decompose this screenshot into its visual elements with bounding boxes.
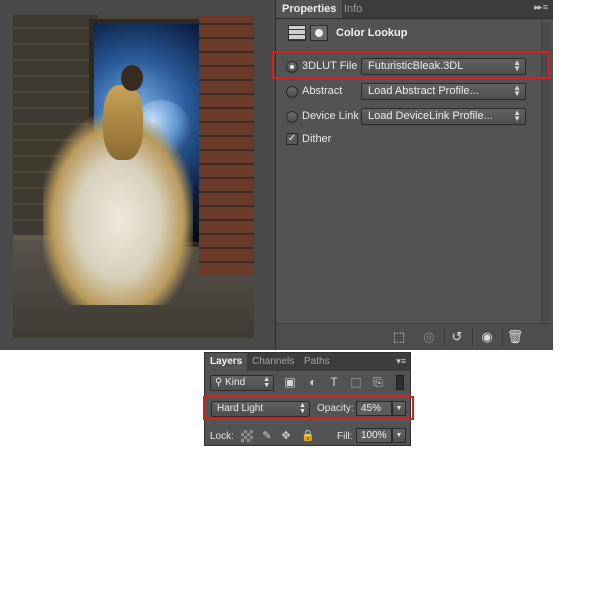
composite-photo xyxy=(13,15,254,338)
highlight-3dlut-row xyxy=(272,51,550,79)
filter-toggle[interactable] xyxy=(396,375,404,390)
abstract-profile-select[interactable]: Load Abstract Profile... ▲ ▼ xyxy=(361,83,526,100)
visibility-eye-icon[interactable]: ◉ xyxy=(476,328,498,346)
radio-abstract[interactable] xyxy=(286,86,298,98)
fill-input[interactable]: 100% xyxy=(356,428,392,443)
lock-label: Lock: xyxy=(210,431,234,442)
panel-menu-icon[interactable]: ▾≡ xyxy=(396,356,406,367)
option-label: Dither xyxy=(302,133,332,145)
lock-position-icon[interactable]: ✥ xyxy=(280,430,292,442)
properties-tabbar: Properties Info ▸▸ ≡ xyxy=(276,0,553,19)
fill-label: Fill: xyxy=(337,431,353,442)
select-value: Load DeviceLink Profile... xyxy=(368,110,493,122)
tab-channels[interactable]: Channels xyxy=(247,353,299,371)
tab-properties[interactable]: Properties xyxy=(276,0,343,18)
fill-dropdown-icon[interactable]: ▼ xyxy=(392,428,406,443)
kind-value: Kind xyxy=(225,377,246,388)
pixel-filter-icon[interactable]: ▣ xyxy=(283,375,297,389)
shape-filter-icon[interactable]: ⬚ xyxy=(349,375,363,389)
search-icon: ⚲ xyxy=(215,377,226,388)
panel-header: Color Lookup xyxy=(288,25,538,45)
lock-pixels-icon[interactable]: ✎ xyxy=(261,430,273,442)
select-value: Load Abstract Profile... xyxy=(368,85,479,97)
tab-layers[interactable]: Layers xyxy=(205,353,248,371)
chevron-updown-icon: ▲ ▼ xyxy=(513,83,521,98)
option-dither[interactable]: ✓ Dither xyxy=(286,130,546,150)
view-previous-icon[interactable]: ◎ xyxy=(418,328,440,346)
chevron-updown-icon: ▲ ▼ xyxy=(513,108,521,123)
highlight-blend-row xyxy=(203,396,414,420)
properties-bottom-bar: ⬚ ◎ ↺ ◉ 🗑 xyxy=(276,323,553,350)
option-device-link[interactable]: Device Link Load DeviceLink Profile... ▲… xyxy=(286,107,546,127)
option-abstract[interactable]: Abstract Load Abstract Profile... ▲ ▼ xyxy=(286,82,546,102)
type-filter-icon[interactable]: T xyxy=(327,375,341,389)
layers-tabbar: Layers Channels Paths ▾≡ xyxy=(205,353,410,371)
smart-object-filter-icon[interactable]: ⎘ xyxy=(371,375,385,389)
panel-menu-icon[interactable]: ▸▸ ≡ xyxy=(534,2,548,16)
dither-checkbox[interactable]: ✓ xyxy=(286,133,298,145)
lock-transparency-icon[interactable] xyxy=(241,430,253,442)
option-label: Device Link xyxy=(302,110,359,122)
clip-to-layer-icon[interactable]: ⬚ xyxy=(388,328,410,346)
document-canvas xyxy=(0,0,275,350)
lock-all-icon[interactable]: 🔒 xyxy=(301,430,315,442)
layer-mask-icon[interactable] xyxy=(310,25,328,41)
chevron-updown-icon: ▲ ▼ xyxy=(263,376,270,389)
radio-device-link[interactable] xyxy=(286,111,298,123)
option-label: Abstract xyxy=(302,85,343,97)
adjustment-grid-icon[interactable] xyxy=(288,25,306,41)
reset-icon[interactable]: ↺ xyxy=(446,328,468,346)
filter-kind-select[interactable]: ⚲ Kind ▲ ▼ xyxy=(210,375,274,391)
adjustment-filter-icon[interactable]: ◐ xyxy=(306,375,320,389)
tab-info[interactable]: Info xyxy=(338,0,368,18)
trash-icon[interactable]: 🗑 xyxy=(504,328,526,346)
tab-paths[interactable]: Paths xyxy=(299,353,335,371)
devicelink-profile-select[interactable]: Load DeviceLink Profile... ▲ ▼ xyxy=(361,108,526,125)
panel-title: Color Lookup xyxy=(336,27,408,39)
